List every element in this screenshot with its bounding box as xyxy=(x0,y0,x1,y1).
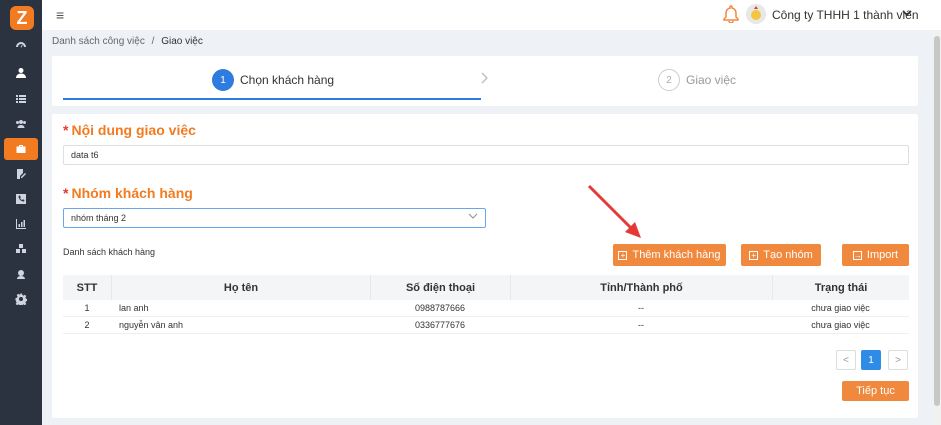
select-value: nhóm tháng 2 xyxy=(71,213,127,223)
bell-icon[interactable] xyxy=(723,5,739,23)
cell-name: lan anh xyxy=(119,303,149,313)
customer-group-select[interactable]: nhóm tháng 2 xyxy=(63,208,486,228)
step-choose-customer[interactable]: 1 Chọn khách hàng xyxy=(212,68,334,92)
step-assign-work[interactable]: 2 Giao việc xyxy=(658,68,736,92)
chart-icon[interactable] xyxy=(0,213,42,235)
step-label: Chọn khách hàng xyxy=(240,73,335,87)
required-mark: * xyxy=(63,185,69,201)
chevron-down-icon[interactable] xyxy=(902,8,912,20)
step-number: 1 xyxy=(212,69,234,91)
table-header: STT Họ tên Số điện thoại Tỉnh/Thành phố … xyxy=(63,275,909,300)
edit-document-icon[interactable] xyxy=(0,163,42,185)
pagination-next-button[interactable]: > xyxy=(888,350,908,370)
topbar: ≡ Công ty THHH 1 thành viên xyxy=(42,0,941,30)
group-section-title: * Nhóm khách hàng xyxy=(63,185,193,201)
customer-table: STT Họ tên Số điện thoại Tỉnh/Thành phố … xyxy=(63,275,909,334)
column-header[interactable]: Số điện thoại xyxy=(370,275,510,300)
breadcrumb-separator: / xyxy=(151,36,155,47)
column-header[interactable]: Tỉnh/Thành phố xyxy=(510,275,772,300)
cell-city: -- xyxy=(638,320,644,330)
table-row[interactable]: 1 lan anh 0988787666 -- chưa giao việc xyxy=(63,300,909,317)
team-icon[interactable] xyxy=(0,238,42,260)
table-row[interactable]: 2 nguyễn vân anh 0336777676 -- chưa giao… xyxy=(63,317,909,334)
import-label: Import xyxy=(866,249,899,261)
steps-card: 1 Chọn khách hàng 2 Giao việc xyxy=(52,56,918,106)
import-icon: → xyxy=(852,250,862,260)
annotation-arrow-icon xyxy=(587,184,641,238)
step-label: Giao việc xyxy=(686,73,737,87)
cell-status: chưa giao việc xyxy=(811,303,870,313)
company-avatar[interactable] xyxy=(746,4,766,24)
chevron-right-icon xyxy=(481,71,489,87)
gear-icon[interactable] xyxy=(0,288,42,310)
required-mark: * xyxy=(63,122,69,138)
column-header[interactable]: Họ tên xyxy=(111,275,370,300)
plus-square-icon: + xyxy=(749,250,759,260)
app-logo[interactable]: Z xyxy=(10,6,34,30)
chevron-down-icon xyxy=(468,212,478,222)
step-number: 2 xyxy=(658,69,680,91)
sidebar: Z xyxy=(0,0,42,425)
create-group-button[interactable]: + Tạo nhóm xyxy=(741,244,821,266)
cell-city: -- xyxy=(638,303,644,313)
breadcrumb-parent[interactable]: Danh sách công việc xyxy=(52,36,145,47)
cell-status: chưa giao việc xyxy=(811,320,870,330)
content-label: Nội dung giao việc xyxy=(71,122,196,138)
support-agent-icon[interactable] xyxy=(0,263,42,285)
active-step-indicator xyxy=(63,98,481,100)
phone-icon[interactable] xyxy=(0,188,42,210)
add-customer-button[interactable]: + Thêm khách hàng xyxy=(613,244,726,266)
users-group-icon[interactable] xyxy=(0,113,42,135)
column-header[interactable]: Trạng thái xyxy=(772,275,909,300)
briefcase-icon[interactable] xyxy=(4,138,38,160)
cell-stt: 1 xyxy=(84,303,90,313)
main-card: * Nội dung giao việc data t6 * Nhóm khách … xyxy=(52,114,918,418)
content-input[interactable]: data t6 xyxy=(63,145,909,165)
continue-button[interactable]: Tiếp tục xyxy=(842,381,909,401)
plus-square-icon: + xyxy=(618,250,628,260)
group-label: Nhóm khách hàng xyxy=(71,185,193,201)
customer-list-label: Danh sách khách hàng xyxy=(63,247,156,257)
list-icon[interactable] xyxy=(0,88,42,110)
company-name[interactable]: Công ty THHH 1 thành viên xyxy=(772,8,919,22)
dashboard-icon[interactable] xyxy=(0,36,42,58)
import-button[interactable]: → Import xyxy=(842,244,909,266)
cell-phone: 0988787666 xyxy=(414,303,466,313)
pagination-page-button[interactable]: 1 xyxy=(861,350,881,370)
breadcrumb: Danh sách công việc / Giao việc xyxy=(52,36,203,47)
cell-stt: 2 xyxy=(84,320,90,330)
scrollbar-thumb[interactable] xyxy=(934,36,940,406)
add-customer-label: Thêm khách hàng xyxy=(632,249,721,261)
content-section-title: * Nội dung giao việc xyxy=(63,122,196,138)
hamburger-menu-icon[interactable]: ≡ xyxy=(56,7,64,23)
breadcrumb-current: Giao việc xyxy=(161,36,203,47)
user-icon[interactable] xyxy=(0,62,42,84)
cell-phone: 0336777676 xyxy=(414,320,466,330)
cell-name: nguyễn vân anh xyxy=(119,320,184,330)
pagination-prev-button[interactable]: < xyxy=(836,350,856,370)
create-group-label: Tạo nhóm xyxy=(763,249,813,261)
column-header[interactable]: STT xyxy=(63,275,111,300)
